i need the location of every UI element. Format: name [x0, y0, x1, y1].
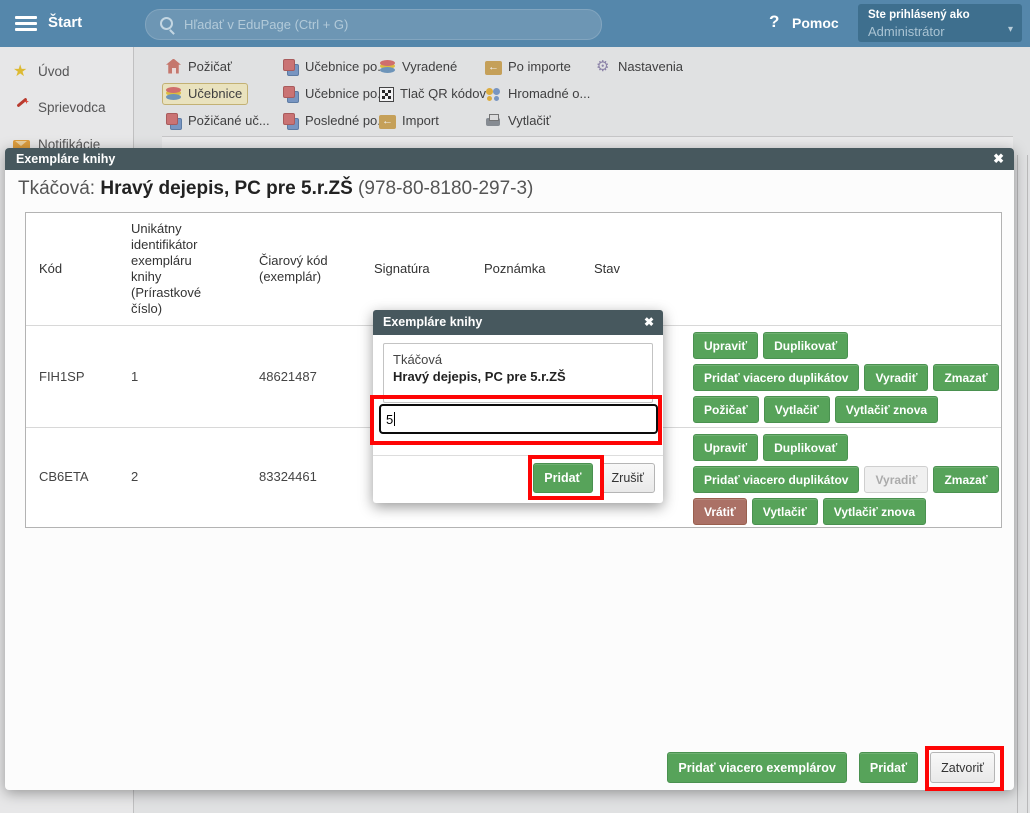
book-info-box: Tkáčová Hravý dejepis, PC pre 5.r.ZŠ: [383, 343, 653, 403]
row-actions: UpraviťDuplikovať Pridať viacero duplikát…: [693, 434, 1005, 530]
row-action-line: VrátiťVytlačiťVytlačiť znova: [693, 498, 1005, 525]
vyradit-button[interactable]: Vyradiť: [864, 364, 928, 391]
dialog-footer: Pridať Zrušiť: [525, 463, 655, 493]
column-header-kod: Kód: [26, 261, 118, 277]
column-header-signatura: Signatúra: [361, 261, 471, 277]
vytlacit-znova-button[interactable]: Vytlačiť znova: [823, 498, 926, 525]
menu-icon[interactable]: [15, 16, 37, 32]
vratit-button[interactable]: Vrátiť: [693, 498, 747, 525]
help-icon[interactable]: ?: [769, 12, 779, 32]
user-menu[interactable]: Ste prihlásený ako Administrátor ▾: [858, 4, 1022, 42]
column-header-ciarovy-kod-exemplar: Čiarový kód (exemplár): [246, 253, 361, 285]
cell-uid: 1: [118, 369, 246, 385]
row-action-line: PožičaťVytlačiťVytlačiť znova: [693, 396, 1005, 423]
duplikovat-button[interactable]: Duplikovať: [763, 332, 848, 359]
quantity-value: 5: [386, 412, 393, 427]
row-action-line: UpraviťDuplikovať: [693, 332, 1005, 359]
row-action-line: Pridať viacero duplikátovVyradiťZmazať: [693, 364, 1005, 391]
modal-footer: Pridať viacero exemplárov Pridať Zatvoriť: [655, 752, 995, 783]
row-action-line: Pridať viacero duplikátovVyradiťZmazať: [693, 466, 1005, 493]
vytlacit-button[interactable]: Vytlačiť: [764, 396, 830, 423]
vytlacit-znova-button[interactable]: Vytlačiť znova: [835, 396, 938, 423]
dialog-divider: [373, 455, 663, 456]
dialog-title: Exempláre knihy: [383, 315, 482, 329]
zmazat-button[interactable]: Zmazať: [933, 364, 998, 391]
cell-kod: CB6ETA: [26, 469, 118, 485]
user-role: Administrátor: [868, 24, 945, 39]
pozicat-button[interactable]: Požičať: [693, 396, 759, 423]
zatvorit-button[interactable]: Zatvoriť: [930, 752, 995, 783]
zmazat-button[interactable]: Zmazať: [933, 466, 998, 493]
top-bar: Štart Hľadať v EduPage (Ctrl + G) ? Pomo…: [0, 0, 1030, 47]
column-header-stav: Stav: [581, 261, 1001, 277]
chevron-down-icon: ▾: [1008, 24, 1013, 35]
zrusit-button[interactable]: Zrušiť: [601, 463, 655, 493]
logged-in-label: Ste prihlásený ako: [868, 9, 970, 21]
pridat-viacero-duplikatov-button[interactable]: Pridať viacero duplikátov: [693, 364, 859, 391]
book-isbn: (978-80-8180-297-3): [353, 178, 534, 199]
column-header-poznamka: Poznámka: [471, 261, 581, 277]
cell-kod: FIH1SP: [26, 369, 118, 385]
book-title: Tkáčová: Hravý dejepis, PC pre 5.r.ZŠ (9…: [18, 178, 533, 200]
start-button[interactable]: Štart: [48, 14, 82, 31]
book-author: Tkáčová:: [18, 178, 100, 199]
row-actions: UpraviťDuplikovať Pridať viacero duplikát…: [693, 332, 1005, 428]
cell-barcode: 83324461: [246, 469, 361, 485]
table-header-row: KódUnikátny identifikátor exempláru knih…: [26, 213, 1001, 325]
row-action-line: UpraviťDuplikovať: [693, 434, 1005, 461]
cell-uid: 2: [118, 469, 246, 485]
cell-barcode: 48621487: [246, 369, 361, 385]
search-icon: [160, 17, 173, 30]
text-cursor: [394, 412, 395, 426]
modal-title: Exempláre knihy: [16, 152, 115, 166]
edupage-app: Úvod Sprievodca Notifikácie PožičaťUčebn…: [0, 0, 1030, 813]
add-copies-dialog: Exempláre knihy ✖ Tkáčová Hravý dejepis,…: [373, 310, 663, 503]
vyradit-button[interactable]: Vyradiť: [864, 466, 928, 493]
column-header-unikatny-identifikator-exemplaru-knihy-prirastkove-cislo: Unikátny identifikátor exempláru knihy (…: [118, 221, 246, 317]
close-icon[interactable]: ✖: [644, 315, 654, 329]
book-name: Hravý dejepis, PC pre 5.r.ZŠ: [100, 178, 352, 199]
search-input[interactable]: Hľadať v EduPage (Ctrl + G): [145, 9, 602, 40]
dialog-book-author: Tkáčová: [393, 351, 643, 368]
pridat-button[interactable]: Pridať: [533, 463, 592, 493]
dialog-book-name: Hravý dejepis, PC pre 5.r.ZŠ: [393, 369, 566, 384]
dialog-header: Exempláre knihy ✖: [373, 310, 663, 335]
help-button[interactable]: Pomoc: [792, 15, 839, 31]
modal-header: Exempláre knihy ✖: [5, 148, 1014, 170]
upravit-button[interactable]: Upraviť: [693, 332, 758, 359]
pridat-button[interactable]: Pridať: [859, 752, 918, 783]
pridat-viacero-duplikatov-button[interactable]: Pridať viacero duplikátov: [693, 466, 859, 493]
upravit-button[interactable]: Upraviť: [693, 434, 758, 461]
quantity-input[interactable]: 5: [379, 404, 658, 434]
vytlacit-button[interactable]: Vytlačiť: [752, 498, 818, 525]
pridat-viacero-exemplarov-button[interactable]: Pridať viacero exemplárov: [667, 752, 846, 783]
close-icon[interactable]: ✖: [993, 151, 1004, 167]
duplikovat-button[interactable]: Duplikovať: [763, 434, 848, 461]
search-placeholder: Hľadať v EduPage (Ctrl + G): [184, 17, 348, 32]
